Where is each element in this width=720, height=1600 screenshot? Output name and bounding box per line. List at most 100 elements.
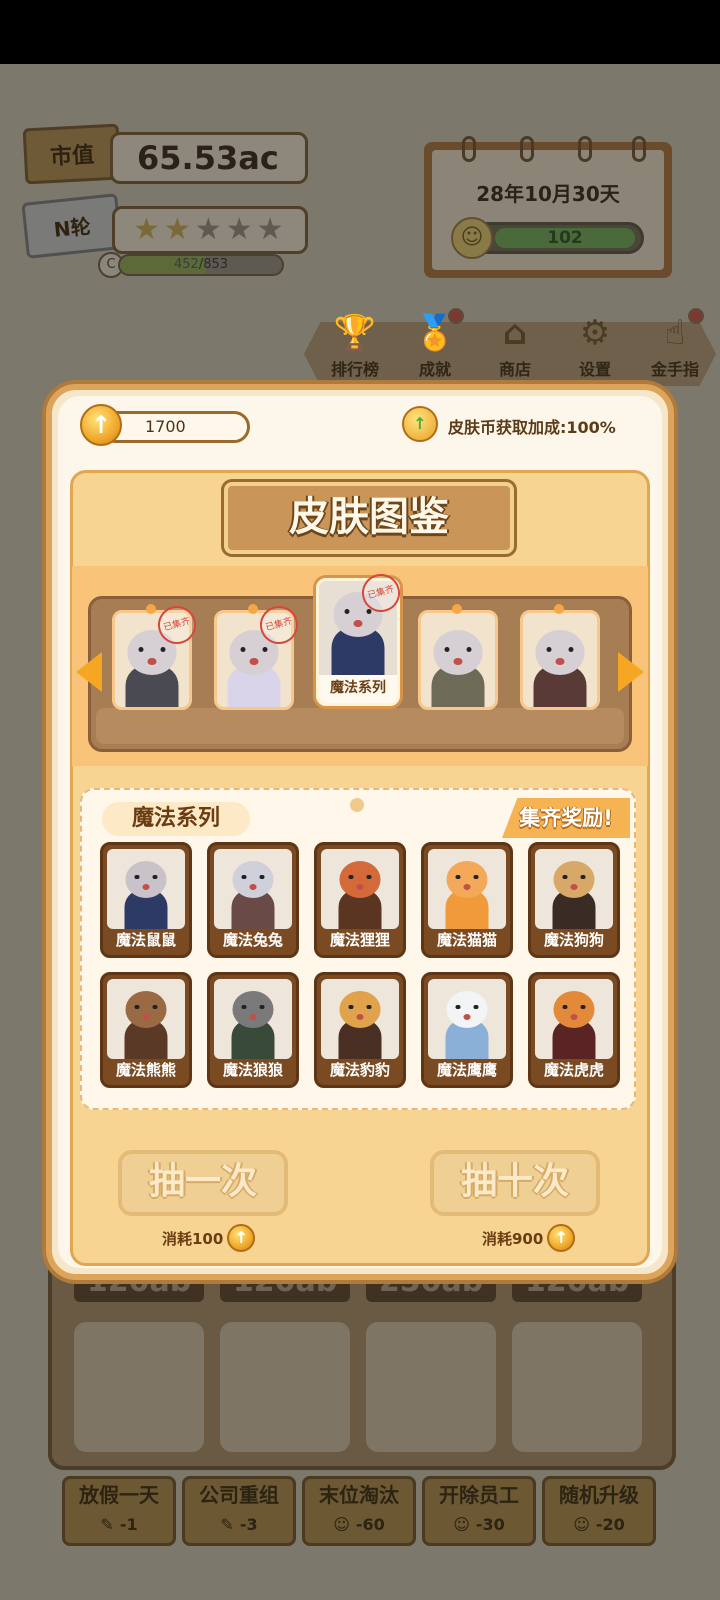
- action-label: 随机升级: [559, 1483, 639, 1507]
- skin-card[interactable]: 魔法虎虎: [528, 972, 620, 1088]
- series-name: 魔法系列: [102, 802, 250, 836]
- carousel-skin-card[interactable]: [520, 610, 600, 710]
- progress-total: /853: [198, 257, 229, 272]
- draw-one-button[interactable]: 抽一次: [118, 1150, 288, 1216]
- calendar-date: 28年10月30天: [476, 182, 620, 206]
- nav-item-3[interactable]: ⚙ 设置: [560, 310, 630, 386]
- market-cap-tag: 市值: [22, 123, 122, 185]
- smiley-icon: ☺: [573, 1515, 590, 1534]
- calendar-ring: [578, 136, 592, 162]
- skin-portrait: [535, 849, 613, 929]
- draw-ten-button[interactable]: 抽十次: [430, 1150, 600, 1216]
- action-cost: ✎ -1: [65, 1511, 173, 1539]
- collect-reward-button[interactable]: 集齐奖励!: [502, 798, 630, 838]
- money-icon: ✎: [220, 1515, 234, 1534]
- action-cost: ✎ -3: [185, 1511, 293, 1539]
- status-bar: [0, 0, 720, 64]
- progress-current: 452: [173, 257, 199, 272]
- nav-label: 设置: [578, 360, 611, 379]
- pin-hole: [350, 798, 364, 812]
- shop-icon: ⌂: [502, 313, 528, 353]
- skin-portrait: [535, 979, 613, 1059]
- character-figure: [225, 985, 282, 1059]
- action-label: 开除员工: [439, 1483, 519, 1507]
- skin-card[interactable]: 魔法猫猫: [421, 842, 513, 958]
- mood-value: 102: [495, 228, 635, 248]
- calendar-ring: [462, 136, 476, 162]
- skin-coin-counter: 1700: [100, 411, 250, 443]
- skin-card[interactable]: 魔法豹豹: [314, 972, 406, 1088]
- office-slot[interactable]: [512, 1322, 642, 1452]
- skin-card[interactable]: 魔法鹰鹰: [421, 972, 513, 1088]
- star-icon: ★: [163, 212, 191, 247]
- action-cost-value: -60: [355, 1515, 385, 1534]
- calendar: 28年10月30天 ☺ 102: [424, 136, 672, 278]
- skin-portrait: [107, 849, 185, 929]
- character-figure: [546, 855, 603, 929]
- action-cost-value: -20: [595, 1515, 625, 1534]
- round-label: N轮: [52, 213, 92, 242]
- money-icon: ✎: [100, 1515, 114, 1534]
- carousel-card-label: 魔法系列: [319, 675, 397, 703]
- skin-coin-value: 1700: [145, 417, 186, 436]
- skin-card[interactable]: 魔法狸狸: [314, 842, 406, 958]
- office-slot[interactable]: [366, 1322, 496, 1452]
- alert-badge-icon: [688, 308, 704, 324]
- nav-label: 商店: [498, 360, 531, 379]
- smiley-icon: ☺: [451, 217, 493, 259]
- action-cost-value: -3: [239, 1515, 258, 1534]
- coin-icon: ↑: [547, 1224, 576, 1252]
- pin-icon: [146, 604, 156, 614]
- skin-name: 魔法鼠鼠: [115, 931, 176, 949]
- calendar-ring: [632, 136, 646, 162]
- action-button-1[interactable]: 公司重组 ✎ -3: [182, 1476, 296, 1546]
- skin-card[interactable]: 魔法狼狼: [207, 972, 299, 1088]
- action-cost: ☺ -60: [305, 1511, 413, 1539]
- carousel-shelf: [96, 708, 624, 744]
- office-slot[interactable]: [220, 1322, 350, 1452]
- nav-item-4[interactable]: ☝ 金手指: [640, 308, 710, 386]
- skin-name: 魔法猫猫: [436, 931, 497, 949]
- pin-icon: [248, 604, 258, 614]
- draw-one-cost: 消耗100 ↑: [162, 1224, 256, 1252]
- nav-item-2[interactable]: ⌂ 商店: [480, 310, 550, 386]
- action-button-3[interactable]: 开除员工 ☺ -30: [422, 1476, 536, 1546]
- skin-card[interactable]: 魔法兔兔: [207, 842, 299, 958]
- bonus-arrow-icon: ↑: [402, 406, 438, 442]
- carousel-prev-arrow-icon[interactable]: [76, 652, 102, 692]
- skin-coin-icon: ↑: [80, 404, 122, 446]
- nav-item-0[interactable]: 🏆 排行榜: [320, 310, 390, 386]
- character-figure: [526, 623, 595, 707]
- action-cost: ☺ -30: [425, 1511, 533, 1539]
- skin-card[interactable]: 魔法熊熊: [100, 972, 192, 1088]
- star-icon: ★: [256, 212, 284, 247]
- round-box: ★ ★ ★ ★ ★: [112, 206, 308, 254]
- action-button-2[interactable]: 末位淘汰 ☺ -60: [302, 1476, 416, 1546]
- nav-bar: 🏆 排行榜 🏅 成就 ⌂ 商店 ⚙ 设置 ☝ 金手指: [320, 308, 710, 386]
- action-button-0[interactable]: 放假一天 ✎ -1: [62, 1476, 176, 1546]
- action-label: 公司重组: [199, 1483, 279, 1507]
- nav-label: 金手指: [650, 360, 699, 379]
- modal-title: 皮肤图鉴: [224, 482, 514, 554]
- character-figure: [439, 855, 496, 929]
- action-button-4[interactable]: 随机升级 ☺ -20: [542, 1476, 656, 1546]
- skin-card[interactable]: 魔法狗狗: [528, 842, 620, 958]
- carousel-skin-card[interactable]: [418, 610, 498, 710]
- mood-bar: ☺ 102: [451, 217, 644, 259]
- nav-label: 排行榜: [330, 360, 379, 379]
- office-slot[interactable]: [74, 1322, 204, 1452]
- carousel-next-arrow-icon[interactable]: [618, 652, 644, 692]
- skin-card[interactable]: 魔法鼠鼠: [100, 842, 192, 958]
- action-cost-value: -1: [119, 1515, 138, 1534]
- skin-portrait: [214, 849, 292, 929]
- character-figure: [118, 855, 175, 929]
- skin-name: 魔法狗狗: [543, 931, 604, 949]
- calendar-ring: [520, 136, 534, 162]
- smiley-icon: ☺: [453, 1515, 470, 1534]
- star-icon: ★: [225, 212, 253, 247]
- nav-item-1[interactable]: 🏅 成就: [400, 308, 470, 386]
- skin-portrait: [321, 979, 399, 1059]
- skin-name: 魔法熊熊: [115, 1061, 176, 1079]
- character-figure: [439, 985, 496, 1059]
- round-tag: N轮: [21, 193, 123, 259]
